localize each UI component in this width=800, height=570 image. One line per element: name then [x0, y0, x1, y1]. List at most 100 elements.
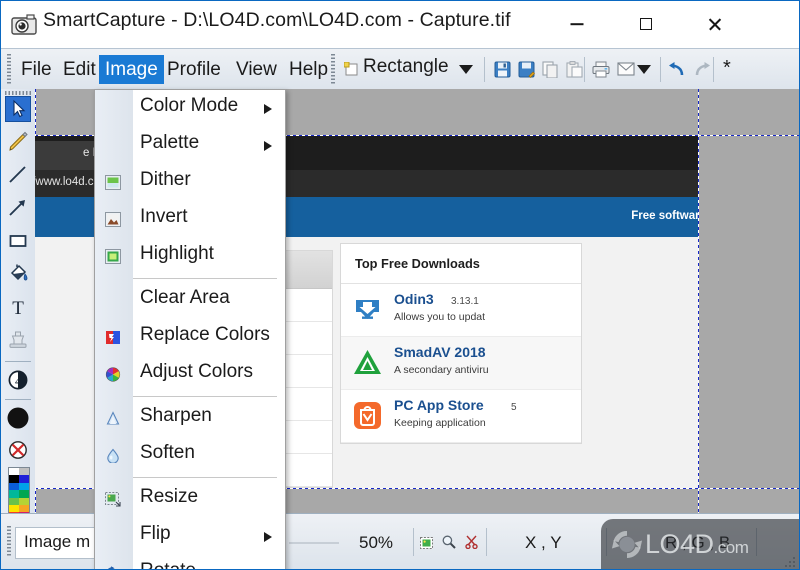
- status-bar-gripper: [7, 526, 11, 556]
- menu-help[interactable]: Help: [283, 55, 334, 84]
- maximize-button[interactable]: [623, 1, 669, 47]
- palette-separator-2: [5, 399, 31, 400]
- mail-icon[interactable]: [617, 62, 635, 81]
- print-icon[interactable]: [592, 61, 610, 83]
- pencil-tool[interactable]: [5, 129, 31, 155]
- menu-item-flip[interactable]: Flip: [95, 518, 285, 555]
- line-tool[interactable]: [5, 162, 31, 188]
- menu-item-replace-colors[interactable]: Replace Colors: [95, 319, 285, 356]
- selection-edge-right: [698, 89, 699, 513]
- scissors-icon[interactable]: [465, 535, 478, 554]
- close-button[interactable]: [692, 1, 738, 47]
- menu-view[interactable]: View: [230, 55, 283, 84]
- menu-item-label: Flip: [140, 523, 171, 544]
- soften-icon: [105, 448, 121, 464]
- submenu-arrow-icon: [264, 532, 272, 542]
- close-icon: [708, 17, 723, 32]
- zoom-slider[interactable]: [289, 542, 339, 544]
- download-item[interactable]: PC App Store 5 Keeping application: [341, 390, 581, 443]
- arrow-tool[interactable]: [5, 195, 31, 221]
- adjust-colors-icon: [105, 367, 121, 382]
- submenu-arrow-icon: [264, 141, 272, 151]
- menu-item-rotate[interactable]: Rotate: [95, 555, 285, 569]
- menu-item-invert[interactable]: Invert: [95, 201, 285, 238]
- menu-edit[interactable]: Edit: [57, 55, 102, 84]
- smartcapture-window: SmartCapture - D:\LO4D.com\LO4D.com - Ca…: [0, 0, 800, 570]
- save-icon[interactable]: [494, 61, 511, 83]
- window-title: SmartCapture - D:\LO4D.com\LO4D.com - Ca…: [43, 9, 511, 31]
- menu-item-label: Palette: [140, 132, 200, 153]
- shape-selector-label[interactable]: Rectangle: [363, 56, 449, 78]
- minimize-button[interactable]: [554, 1, 600, 47]
- favorites-button[interactable]: *: [723, 57, 731, 80]
- menubar-gripper[interactable]: [7, 54, 11, 84]
- rectangle-region-icon: [343, 61, 358, 81]
- image-info-icon[interactable]: [420, 536, 433, 554]
- menu-item-label: Color Mode: [140, 95, 239, 116]
- magnifier-icon[interactable]: [442, 535, 456, 554]
- image-menu-dropdown[interactable]: Color Mode Palette Dither Invert Highlig…: [94, 89, 286, 569]
- menu-item-label: Invert: [140, 206, 188, 227]
- menu-item-adjust-colors[interactable]: Adjust Colors: [95, 356, 285, 393]
- undo-icon[interactable]: [668, 62, 686, 82]
- menu-image[interactable]: Image: [99, 55, 164, 84]
- download-name: Odin3: [394, 291, 434, 307]
- menu-item-soften[interactable]: Soften: [95, 437, 285, 474]
- download-name: PC App Store: [394, 397, 484, 413]
- site-tagline: Free software: [631, 210, 698, 222]
- chevron-down-icon[interactable]: [459, 65, 473, 74]
- resize-icon: [105, 492, 121, 507]
- menu-item-label: Rotate: [140, 560, 196, 569]
- foreground-color-swatch[interactable]: [5, 405, 31, 431]
- menu-file[interactable]: File: [15, 55, 58, 84]
- download-item[interactable]: Odin3 3.13.1 Allows you to updat: [341, 284, 581, 337]
- camera-icon: [11, 14, 37, 35]
- lo4d-watermark: LO4D.com: [601, 519, 799, 569]
- toolbar-separator-3: [660, 57, 661, 82]
- fill-bucket-tool[interactable]: [5, 261, 31, 287]
- copy-icon[interactable]: [542, 61, 559, 83]
- rectangle-tool[interactable]: [5, 228, 31, 254]
- status-separator-1: [413, 528, 414, 556]
- menu-profile[interactable]: Profile: [161, 55, 227, 84]
- download-description: A secondary antiviru: [394, 364, 489, 376]
- cursor-coordinates: X , Y: [525, 533, 562, 552]
- odin3-icon: [353, 295, 382, 324]
- download-version: 5: [511, 402, 517, 413]
- replace-colors-icon: [105, 330, 121, 345]
- toolbar-separator: [484, 57, 485, 82]
- paste-icon[interactable]: [566, 61, 583, 83]
- chevron-down-icon-2[interactable]: [637, 65, 651, 74]
- menu-item-palette[interactable]: Palette: [95, 127, 285, 164]
- submenu-arrow-icon: [264, 104, 272, 114]
- menu-item-color-mode[interactable]: Color Mode: [95, 90, 285, 127]
- pc-app-store-icon: [353, 401, 382, 430]
- menu-item-highlight[interactable]: Highlight: [95, 238, 285, 275]
- transparency-tool[interactable]: 4: [5, 367, 31, 393]
- status-separator-2: [486, 528, 487, 556]
- text-tool[interactable]: T: [5, 294, 31, 320]
- menu-item-clear-area[interactable]: Clear Area: [95, 282, 285, 319]
- no-color-icon[interactable]: [5, 437, 31, 463]
- svg-text:T: T: [12, 298, 24, 319]
- watermark-text: LO4D.com: [645, 529, 749, 559]
- download-item[interactable]: SmadAV 2018 A secondary antiviru: [341, 337, 581, 390]
- stamp-tool[interactable]: [5, 327, 31, 353]
- menu-item-dither[interactable]: Dither: [95, 164, 285, 201]
- top-free-downloads-heading: Top Free Downloads: [341, 244, 581, 284]
- menu-item-resize[interactable]: Resize: [95, 481, 285, 518]
- maximize-icon: [640, 18, 652, 30]
- cursor-tool[interactable]: [5, 96, 31, 122]
- status-message: Image m: [24, 532, 91, 551]
- dither-icon: [105, 175, 121, 190]
- smadav-icon: [353, 348, 382, 377]
- download-description: Allows you to updat: [394, 311, 486, 323]
- top-free-downloads-heading-text: Top Free Downloads: [355, 256, 480, 271]
- palette-separator-1: [5, 361, 31, 362]
- save-as-icon[interactable]: [518, 61, 535, 83]
- menu-item-sharpen[interactable]: Sharpen: [95, 400, 285, 437]
- rotate-icon: [105, 566, 121, 569]
- tool-palette-gripper[interactable]: [5, 91, 31, 95]
- menu-item-label: Replace Colors: [140, 324, 270, 345]
- menu-item-label: Adjust Colors: [140, 361, 253, 382]
